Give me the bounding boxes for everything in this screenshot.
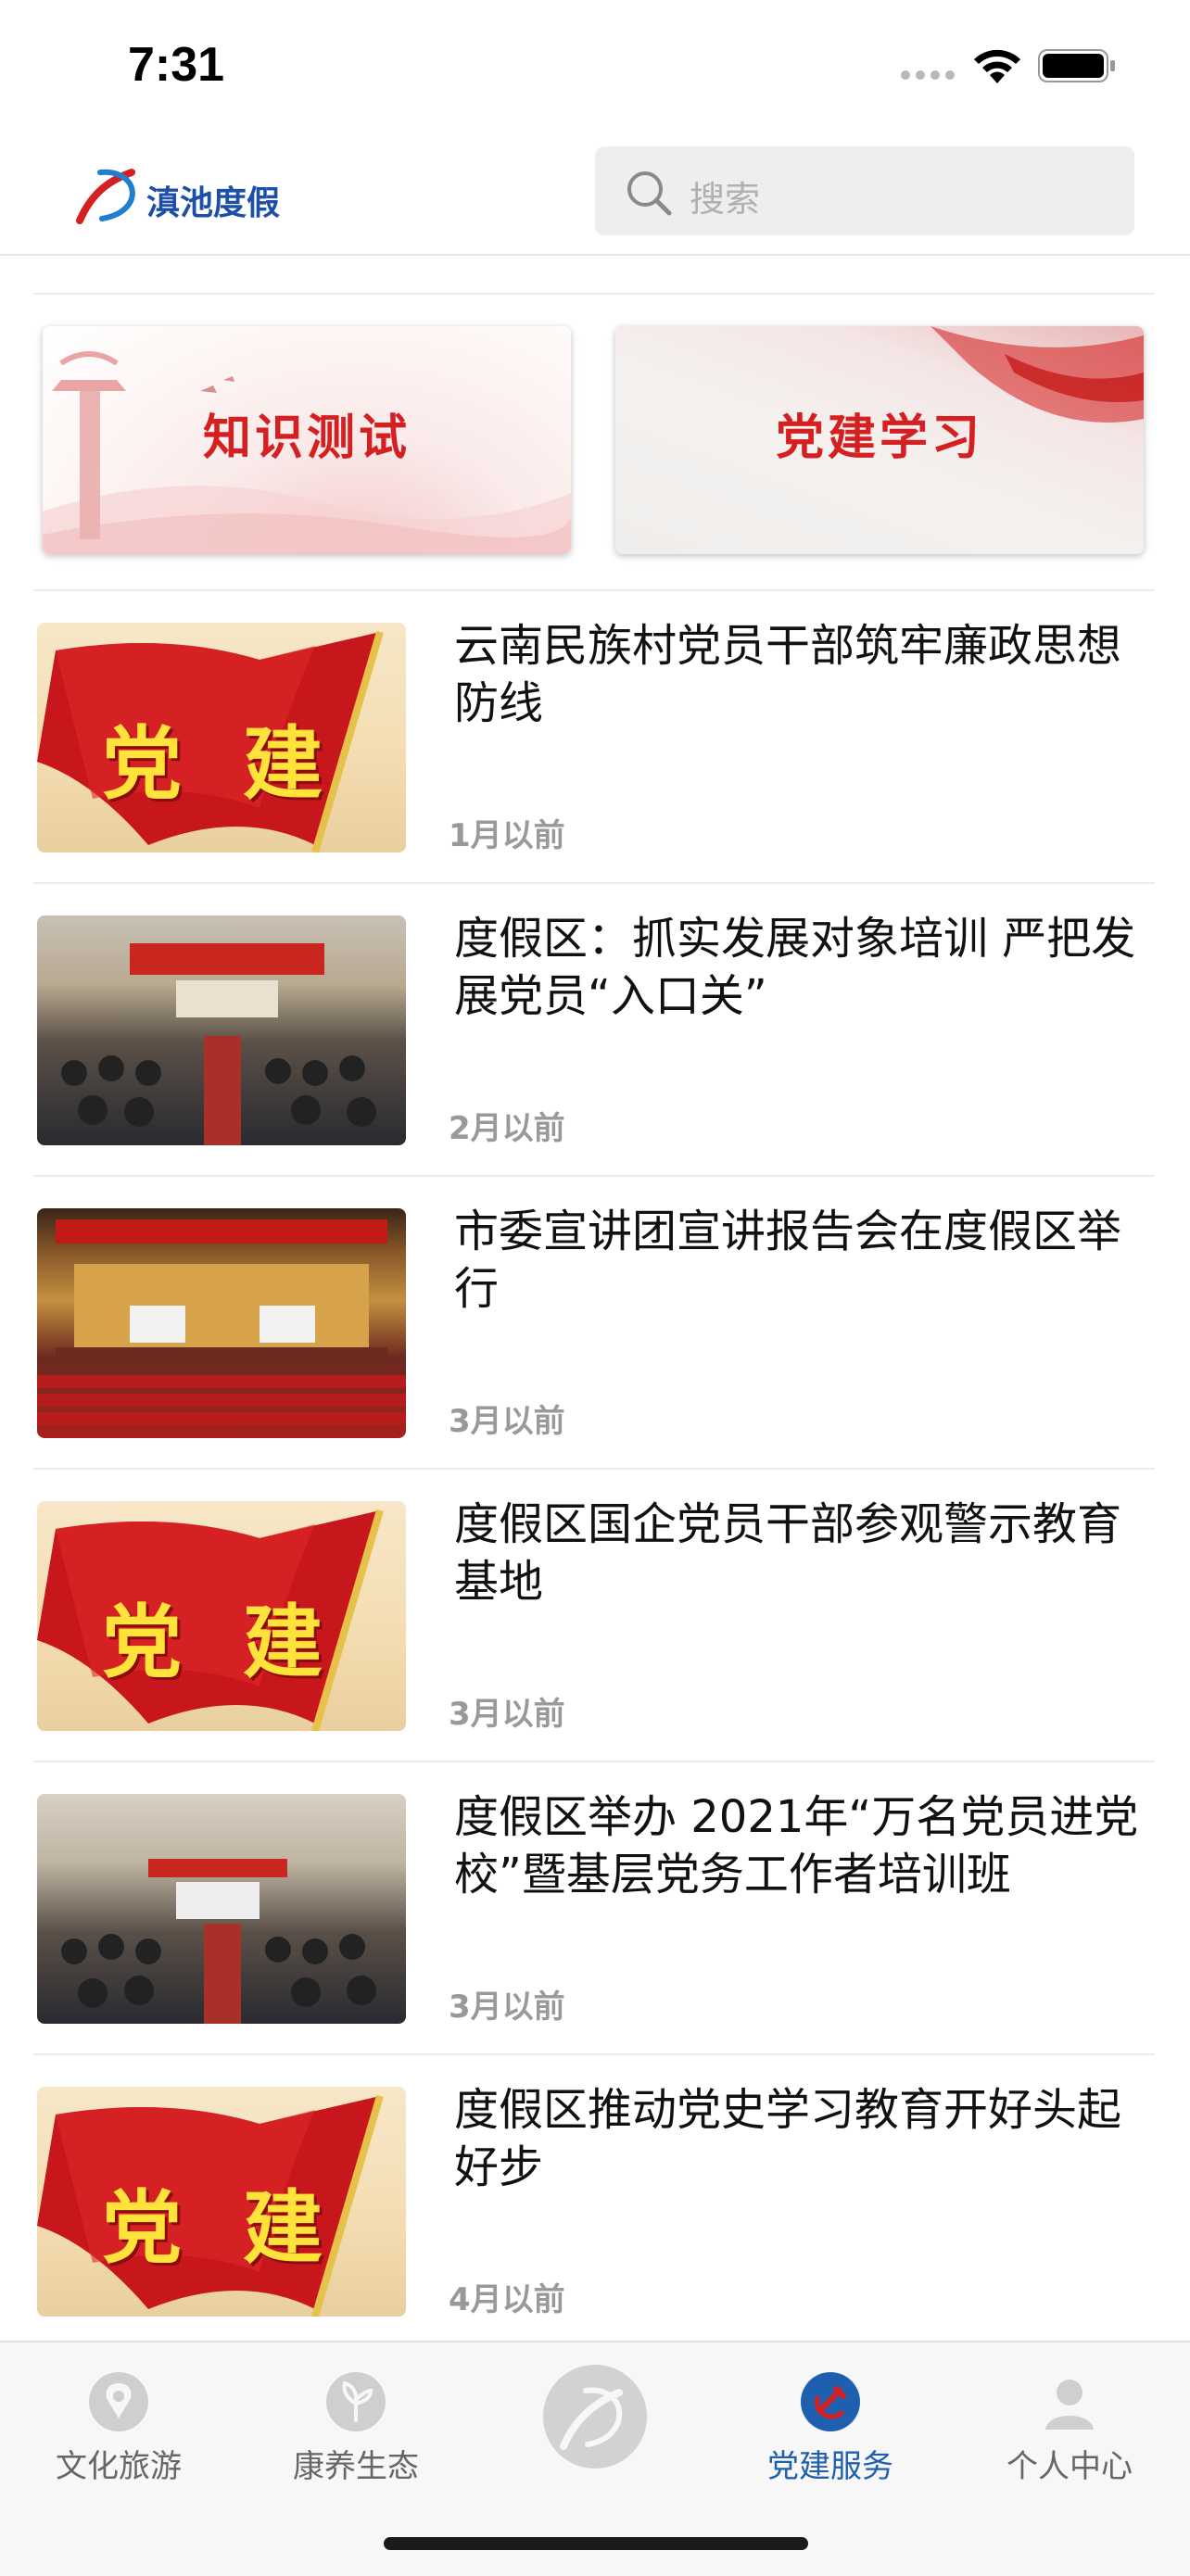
person-icon [1045,2380,1094,2430]
app-logo[interactable]: 滇池度假 [74,163,297,228]
news-item[interactable]: 党 建 度假区国企党员干部参观警示教育基地 3月以前 [0,1470,1190,1762]
location-pin-icon [89,2372,148,2431]
status-time: 7:31 [128,38,225,92]
status-bar: 7:31 [0,0,1190,130]
home-indicator[interactable] [384,2537,808,2550]
banner-label: 党建学习 [775,410,983,466]
news-title: 度假区推动党史学习教育开好头起好步 [454,2084,1122,2193]
news-title: 度假区举办 2021年“万名党员进党校”暨基层党务工作者培训班 [454,1791,1139,1900]
party-flag-thumbnail: 党 建 [37,1501,406,1731]
search-icon [627,171,672,216]
news-time: 2月以前 [449,1110,565,1147]
party-flag-thumbnail: 党 建 [37,2087,406,2317]
news-time: 3月以前 [449,1403,565,1440]
tab-label: 党建服务 [767,2448,893,2485]
banner-label: 知识测试 [202,410,411,466]
app-header: 滇池度假 搜索 [0,130,1190,256]
flag-char: 党 [102,717,182,811]
news-time: 1月以前 [449,817,565,854]
news-item[interactable]: 党 建 度假区推动党史学习教育开好头起好步 4月以前 [0,2055,1190,2348]
flag-char: 党 [102,1596,182,1689]
knowledge-quiz-banner[interactable]: 知识测试 [43,326,571,554]
news-title: 度假区：抓实发展对象培训 严把发展党员“入口关” [454,913,1136,1022]
auditorium-thumbnail [37,1208,406,1438]
news-title: 度假区国企党员干部参观警示教育基地 [454,1498,1122,1608]
party-flag-thumbnail: 党 建 [37,623,406,852]
home-logo-icon[interactable] [539,2361,651,2472]
tab-label: 个人中心 [1006,2448,1133,2485]
cellular-signal-icon [901,70,956,82]
leaf-icon [326,2372,386,2431]
flag-char: 建 [243,1596,323,1689]
news-title: 市委宣讲团宣讲报告会在度假区举行 [454,1206,1122,1315]
wifi-icon [974,49,1020,83]
meeting-hall-thumbnail [37,915,406,1145]
news-title: 云南民族村党员干部筑牢廉政思想防线 [454,620,1122,729]
tab-health-ecology[interactable]: 康养生态 [263,2361,449,2500]
flag-char: 党 [102,2181,182,2275]
meeting-hall-thumbnail [37,1794,406,2024]
news-item[interactable]: 市委宣讲团宣讲报告会在度假区举行 3月以前 [0,1177,1190,1470]
tab-party-service[interactable]: 党建服务 [738,2361,923,2500]
flag-char: 建 [243,2181,323,2275]
news-item[interactable]: 度假区举办 2021年“万名党员进党校”暨基层党务工作者培训班 3月以前 [0,1762,1190,2055]
tab-culture-tourism[interactable]: 文化旅游 [26,2361,211,2500]
flag-char: 建 [243,717,323,811]
app-name: 滇池度假 [146,183,281,222]
battery-icon [1038,49,1115,82]
news-item[interactable]: 党 建 云南民族村党员干部筑牢廉政思想防线 1月以前 [0,591,1190,884]
news-item[interactable]: 度假区：抓实发展对象培训 严把发展党员“入口关” 2月以前 [0,884,1190,1177]
news-time: 4月以前 [449,2281,565,2318]
party-emblem-icon [801,2372,860,2431]
tab-personal-center[interactable]: 个人中心 [977,2361,1162,2500]
search-input[interactable]: 搜索 [595,146,1134,235]
tab-label: 康养生态 [293,2448,419,2485]
divider [33,293,1155,295]
news-time: 3月以前 [449,1989,565,2026]
news-time: 3月以前 [449,1696,565,1733]
party-study-banner[interactable]: 党建学习 [615,326,1144,554]
logo-mark-icon [76,169,135,224]
search-placeholder: 搜索 [690,179,761,220]
tab-label: 文化旅游 [56,2448,182,2485]
